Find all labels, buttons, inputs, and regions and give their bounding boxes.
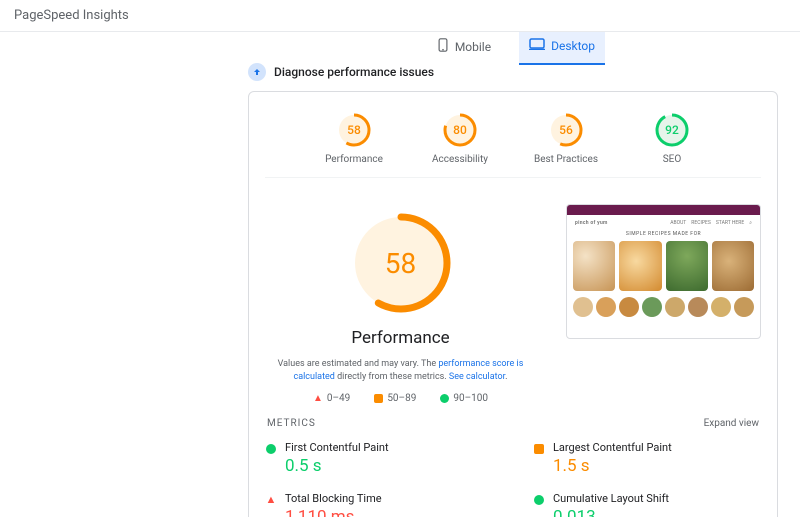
good-icon <box>266 444 276 454</box>
score-seo[interactable]: 92 SEO <box>637 112 707 165</box>
performance-gauge-value: 58 <box>346 208 456 318</box>
performance-gauge: 58 <box>346 208 456 318</box>
category-scores: 58 Performance 80 Accessibility 56 <box>265 106 761 178</box>
score-legend: ▲0–49 50–89 90–100 <box>313 393 488 404</box>
report-card: 58 Performance 80 Accessibility 56 <box>248 91 778 517</box>
bad-icon: ▲ <box>266 495 277 505</box>
metric-name: First Contentful Paint <box>285 441 389 454</box>
score-seo-label: SEO <box>663 154 682 165</box>
metric-name: Cumulative Layout Shift <box>553 492 669 505</box>
app-title: PageSpeed Insights <box>0 0 800 32</box>
tab-desktop[interactable]: Desktop <box>519 32 605 65</box>
score-best-practices-value: 56 <box>548 112 584 148</box>
diagnose-header: Diagnose performance issues <box>0 63 800 81</box>
metric-value: 1.5 s <box>553 456 672 476</box>
form-factor-tabs: Mobile Desktop <box>427 32 605 65</box>
score-performance-value: 58 <box>336 112 372 148</box>
score-accessibility-value: 80 <box>442 112 478 148</box>
desktop-icon <box>529 38 545 53</box>
metric-name: Largest Contentful Paint <box>553 441 672 454</box>
score-best-practices[interactable]: 56 Best Practices <box>531 112 601 165</box>
expand-view-link[interactable]: Expand view <box>704 418 759 429</box>
metric-cls: Cumulative Layout Shift 0.013 <box>533 492 761 517</box>
mobile-icon <box>437 38 449 55</box>
mid-icon <box>534 444 544 454</box>
score-performance[interactable]: 58 Performance <box>319 112 389 165</box>
metrics-heading: METRICS <box>267 418 316 429</box>
score-best-practices-label: Best Practices <box>534 154 598 165</box>
score-accessibility[interactable]: 80 Accessibility <box>425 112 495 165</box>
tab-desktop-label: Desktop <box>551 39 595 53</box>
site-preview: pinch of yum ABOUTRECIPESSTART HERE⌕ SIM… <box>566 204 761 339</box>
preview-logo: pinch of yum <box>575 220 608 226</box>
metric-value: 0.013 <box>553 507 669 517</box>
explanation-text: Values are estimated and may vary. The p… <box>271 358 531 383</box>
score-accessibility-label: Accessibility <box>432 154 488 165</box>
tab-mobile[interactable]: Mobile <box>427 32 501 65</box>
metric-name: Total Blocking Time <box>285 492 382 505</box>
diagnose-label: Diagnose performance issues <box>274 65 434 79</box>
tab-mobile-label: Mobile <box>455 40 491 54</box>
diagnose-icon <box>248 63 266 81</box>
metric-lcp: Largest Contentful Paint 1.5 s <box>533 441 761 476</box>
good-icon <box>534 495 544 505</box>
performance-gauge-label: Performance <box>351 328 449 348</box>
score-performance-label: Performance <box>325 154 383 165</box>
metric-fcp: First Contentful Paint 0.5 s <box>265 441 493 476</box>
metric-tbt: ▲ Total Blocking Time 1,110 ms <box>265 492 493 517</box>
metrics-grid: First Contentful Paint 0.5 s Largest Cont… <box>265 441 761 517</box>
calc-link-2[interactable]: See calculator <box>449 372 505 382</box>
score-seo-value: 92 <box>654 112 690 148</box>
metric-value: 1,110 ms <box>285 507 382 517</box>
metric-value: 0.5 s <box>285 456 389 476</box>
